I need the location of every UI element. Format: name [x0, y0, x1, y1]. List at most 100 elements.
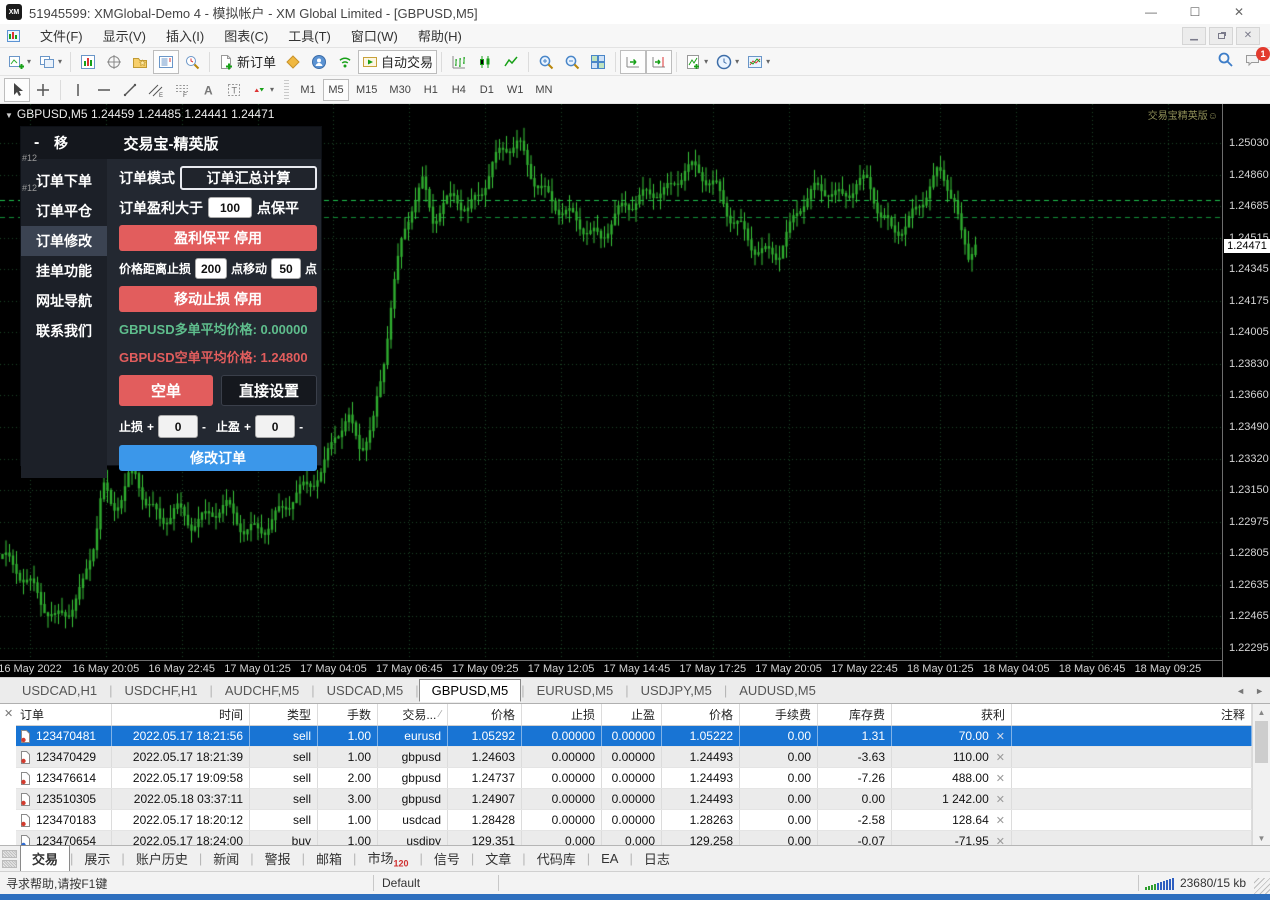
- chart-tab-usdcad-h1[interactable]: USDCAD,H1: [10, 680, 109, 701]
- new-order-button[interactable]: 新订单: [214, 50, 280, 74]
- timeframe-button-m15[interactable]: M15: [351, 79, 382, 101]
- cursor-button[interactable]: [4, 78, 30, 102]
- terminal-tab-4[interactable]: 新闻: [202, 846, 250, 871]
- scroll-thumb[interactable]: [1255, 721, 1268, 763]
- search-icon[interactable]: [1217, 51, 1234, 73]
- panel-header[interactable]: - 移 交易宝-精英版: [21, 127, 321, 159]
- menu-file[interactable]: 文件(F): [30, 24, 93, 47]
- child-minimize-button[interactable]: ▁: [1182, 27, 1206, 45]
- timeframe-button-h1[interactable]: H1: [418, 79, 444, 101]
- profile-selector[interactable]: Default: [374, 876, 498, 890]
- vertical-line-button[interactable]: [65, 78, 91, 102]
- terminal-tab-3[interactable]: 账户历史: [125, 846, 199, 871]
- close-order-button[interactable]: ✕: [996, 835, 1005, 846]
- timeframe-button-h4[interactable]: H4: [446, 79, 472, 101]
- periods-button[interactable]: ▾: [712, 50, 743, 74]
- panel-nav-item[interactable]: 网址导航: [21, 286, 107, 316]
- community-button[interactable]: [306, 50, 332, 74]
- close-button[interactable]: ✕: [1224, 5, 1254, 19]
- text-label-button[interactable]: T: [221, 78, 247, 102]
- column-header[interactable]: 交易...∕: [378, 704, 448, 725]
- zoom-out-button[interactable]: [559, 50, 585, 74]
- menu-window[interactable]: 窗口(W): [341, 24, 408, 47]
- sl-minus[interactable]: -: [202, 420, 206, 434]
- terminal-tab-5[interactable]: 警报: [254, 846, 302, 871]
- notifications-icon[interactable]: 1: [1244, 52, 1262, 73]
- close-order-button[interactable]: ✕: [996, 751, 1005, 764]
- panel-nav-item[interactable]: 联系我们: [21, 316, 107, 346]
- data-window-button[interactable]: [101, 50, 127, 74]
- chart-tab-usdchf-h1[interactable]: USDCHF,H1: [113, 680, 210, 701]
- timeframe-button-m30[interactable]: M30: [384, 79, 415, 101]
- profiles-button[interactable]: ▾: [35, 50, 66, 74]
- panel-nav-item[interactable]: 订单平仓: [21, 196, 107, 226]
- navigator-button[interactable]: [127, 50, 153, 74]
- scroll-up-icon[interactable]: ▲: [1253, 704, 1270, 720]
- chart-tab-eurusd-m5[interactable]: EURUSD,M5: [525, 680, 626, 701]
- close-order-button[interactable]: ✕: [996, 730, 1005, 743]
- direct-set-button[interactable]: 直接设置: [221, 375, 317, 406]
- order-row[interactable]: 1234766142022.05.17 19:09:58sell2.00gbpu…: [16, 768, 1252, 789]
- new-chart-button[interactable]: ▾: [4, 50, 35, 74]
- tp-minus[interactable]: -: [299, 420, 303, 434]
- terminal-tab-1[interactable]: 交易: [20, 845, 70, 872]
- terminal-close-icon[interactable]: ✕: [4, 707, 13, 720]
- child-close-button[interactable]: ✕: [1236, 27, 1260, 45]
- menu-view[interactable]: 显示(V): [93, 24, 156, 47]
- column-header[interactable]: 订单: [16, 704, 112, 725]
- column-header[interactable]: 注释: [1012, 704, 1252, 725]
- menu-charts[interactable]: 图表(C): [214, 24, 278, 47]
- column-header[interactable]: 价格: [662, 704, 740, 725]
- crosshair-button[interactable]: [30, 78, 56, 102]
- chart-tab-usdjpy-m5[interactable]: USDJPY,M5: [629, 680, 724, 701]
- terminal-tab-12[interactable]: 日志: [633, 846, 681, 871]
- chart-tab-usdcad-m5[interactable]: USDCAD,M5: [315, 680, 416, 701]
- signals-button[interactable]: [332, 50, 358, 74]
- minimize-button[interactable]: —: [1136, 5, 1166, 19]
- trail-distance-input[interactable]: [195, 258, 227, 279]
- trailing-stop-toggle-button[interactable]: 移动止损 停用: [119, 286, 317, 312]
- tp-input[interactable]: [255, 415, 295, 438]
- modify-order-button[interactable]: 修改订单: [119, 445, 317, 471]
- tabs-scroll-left-icon[interactable]: ◄: [1236, 686, 1245, 696]
- trendline-button[interactable]: [117, 78, 143, 102]
- timeframe-button-mn[interactable]: MN: [530, 79, 557, 101]
- chart-dropdown-icon[interactable]: ▼: [5, 111, 13, 120]
- order-row[interactable]: 1234704812022.05.17 18:21:56sell1.00euru…: [16, 726, 1252, 747]
- order-row[interactable]: 1235103052022.05.18 03:37:11sell3.00gbpu…: [16, 789, 1252, 810]
- channel-button[interactable]: E: [143, 78, 169, 102]
- terminal-tab-9[interactable]: 文章: [474, 846, 522, 871]
- column-header[interactable]: 止盈: [602, 704, 662, 725]
- order-row[interactable]: 1234704292022.05.17 18:21:39sell1.00gbpu…: [16, 747, 1252, 768]
- order-row[interactable]: 1234701832022.05.17 18:20:12sell1.00usdc…: [16, 810, 1252, 831]
- trail-step-input[interactable]: [271, 258, 301, 279]
- column-header[interactable]: 止损: [522, 704, 602, 725]
- column-header[interactable]: 手数: [318, 704, 378, 725]
- menu-help[interactable]: 帮助(H): [408, 24, 472, 47]
- menu-tools[interactable]: 工具(T): [278, 24, 341, 47]
- maximize-button[interactable]: ☐: [1180, 5, 1210, 19]
- autotrading-button[interactable]: 自动交易: [358, 50, 437, 74]
- terminal-tab-2[interactable]: 展示: [73, 846, 121, 871]
- close-order-button[interactable]: ✕: [996, 793, 1005, 806]
- chart-tab-gbpusd-m5[interactable]: GBPUSD,M5: [419, 679, 522, 702]
- sl-input[interactable]: [158, 415, 198, 438]
- line-chart-button[interactable]: [498, 50, 524, 74]
- terminal-tab-8[interactable]: 信号: [423, 846, 471, 871]
- sl-plus[interactable]: +: [147, 420, 154, 434]
- indicators-button[interactable]: ▾: [681, 50, 712, 74]
- text-button[interactable]: A: [195, 78, 221, 102]
- column-header[interactable]: 获利: [892, 704, 1012, 725]
- tabs-scroll-right-icon[interactable]: ►: [1255, 686, 1264, 696]
- metaeditor-button[interactable]: [280, 50, 306, 74]
- arrows-button[interactable]: ▾: [247, 78, 278, 102]
- bars-chart-button[interactable]: [446, 50, 472, 74]
- column-header[interactable]: 时间: [112, 704, 250, 725]
- column-header[interactable]: 类型: [250, 704, 318, 725]
- order-summary-button[interactable]: 订单汇总计算: [180, 166, 317, 190]
- timeframe-button-m5[interactable]: M5: [323, 79, 349, 101]
- scroll-down-icon[interactable]: ▼: [1253, 830, 1270, 845]
- column-header[interactable]: 库存费: [818, 704, 892, 725]
- terminal-tab-10[interactable]: 代码库: [526, 846, 587, 871]
- timeframe-button-w1[interactable]: W1: [502, 79, 529, 101]
